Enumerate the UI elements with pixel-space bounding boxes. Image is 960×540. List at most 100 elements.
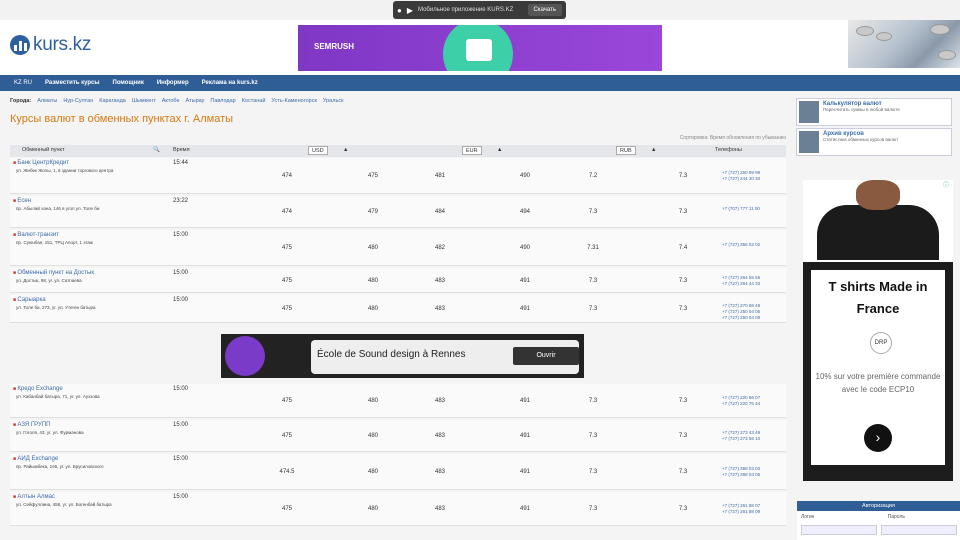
phone-link[interactable]: +7 (727) 264 44 33 (722, 281, 760, 287)
exchange-point-name[interactable]: Кредо Exchange (13, 386, 62, 392)
exchange-point-address: ул. Достык, 98, уг. ул. Сатпаева (16, 278, 82, 283)
cities-label: Города: (10, 98, 32, 104)
phone-link[interactable]: +7 (727) 250 04 09 (722, 315, 760, 321)
top-ad-banner[interactable]: SEMRUSH (298, 25, 662, 71)
sort-hint[interactable]: Сортировка: Время обновления по убыванию (680, 135, 786, 141)
table-row[interactable]: Валют-транзит пр. Суюнбая, 151, ТРЦ Апорт… (10, 230, 786, 266)
tshirt-shape (817, 205, 939, 260)
rate-value: 7.3 (678, 173, 688, 179)
exchange-point-name[interactable]: Алтын Алмас (13, 494, 55, 500)
chevron-right-icon[interactable]: › (864, 424, 892, 452)
phone-link[interactable]: +7 (727) 273 58 10 (722, 436, 760, 442)
rate-value: 7.31 (587, 245, 599, 251)
search-icon[interactable]: 🔍 (153, 147, 160, 153)
currency-select-1[interactable]: USD (308, 146, 328, 155)
ad-open-button[interactable]: Ouvrir (513, 347, 579, 365)
phone-link[interactable]: +7 (707) 777 11 00 (722, 206, 760, 212)
rate-value: 7.3 (678, 398, 688, 404)
exchange-point-address: пр. Суюнбая, 151, ТРЦ Апорт, 1 этаж (16, 240, 93, 245)
phone-link[interactable]: +7 (727) 220 76 44 (722, 401, 760, 407)
rate-value: 494 (519, 209, 530, 215)
sidebar-item-desc: Пересчитать суммы в любой валюте (823, 107, 900, 112)
phone-link[interactable]: +7 (727) 261 88 09 (722, 509, 760, 515)
city-link[interactable]: Уральск (323, 98, 344, 104)
city-link[interactable]: Караганда (99, 98, 126, 104)
sidebar-archive[interactable]: Архив курсов Статистика обменных курсов в… (796, 128, 952, 156)
table-row[interactable]: Алтын Алмас ул. Сейфуллина, 458, уг. ул. … (10, 492, 786, 526)
password-input[interactable] (881, 525, 957, 535)
phone-link[interactable]: +7 (727) 356 02 02 (722, 242, 760, 248)
phone-link[interactable]: +7 (727) 398 03 05 (722, 472, 760, 478)
table-row[interactable]: Сарыарка ул. Толе би, 273, уг. ул. Утеген… (10, 295, 786, 323)
city-link[interactable]: Атырау (186, 98, 205, 104)
nav-assistant[interactable]: Помощник (113, 80, 144, 86)
password-label: Пароль (887, 514, 905, 520)
header-phones: Телефоны (715, 147, 742, 153)
exchange-point-name[interactable]: АИД Exchange (13, 456, 58, 462)
ad-card: T shirts Made in France DRP 10% sur votr… (811, 270, 945, 465)
inline-ad[interactable]: École de Sound design à Rennes Ouvrir (221, 334, 584, 378)
exchange-point-name[interactable]: Есен (13, 198, 31, 204)
sort-arrow-icon[interactable]: ▲ (497, 147, 502, 153)
ad-text: École de Sound design à Rennes (317, 349, 466, 360)
ad-photo (803, 180, 953, 260)
city-link[interactable]: Павлодар (210, 98, 235, 104)
rate-value: 490 (519, 245, 530, 251)
currency-select-2[interactable]: EUR (462, 146, 482, 155)
exchange-point-address: ул. Толе би, 273, уг. ул. Утеген батыра (16, 305, 96, 310)
calculator-thumb (799, 101, 819, 123)
rate-value: 483 (434, 398, 445, 404)
rate-value: 480 (367, 306, 378, 312)
sort-arrow-icon[interactable]: ▲ (343, 147, 348, 153)
table-row[interactable]: АИД Exchange пр. Райымбека, 165, уг. ул. … (10, 454, 786, 490)
rate-value: 482 (434, 245, 445, 251)
main-nav: KZ RU Разместить курсы Помощник Информер… (0, 75, 960, 91)
play-store-icon[interactable]: ▶ (407, 6, 413, 15)
rate-value: 475 (367, 173, 378, 179)
site-logo[interactable]: kurs.kz (10, 34, 91, 56)
ad-title: T shirts Made in France (828, 279, 928, 316)
rate-value: 484 (434, 209, 445, 215)
sort-arrow-icon[interactable]: ▲ (651, 147, 656, 153)
rate-value: 7.3 (588, 433, 598, 439)
adchoices-icon[interactable]: ⓘ (943, 180, 949, 189)
rate-value: 474 (281, 209, 292, 215)
exchange-point-name[interactable]: Сарыарка (13, 297, 45, 303)
main-content: Города: Алматы Нур-Султан Караганда Шымк… (10, 95, 786, 540)
header-time[interactable]: Время (173, 147, 190, 153)
table-row[interactable]: Обменный пункт на Достык ул. Достык, 98, … (10, 268, 786, 293)
exchange-point-name[interactable]: Обменный пункт на Достык (13, 270, 94, 276)
table-row[interactable]: Есен пр. Абылай хана, 146 в угол ул. Толе… (10, 196, 786, 228)
exchange-point-name[interactable]: АЗЯ ГРУПП (13, 422, 50, 428)
city-link[interactable]: Усть-Каменогорск (271, 98, 316, 104)
exchange-point-name[interactable]: Валют-транзит (13, 232, 59, 238)
city-link[interactable]: Нур-Султан (63, 98, 93, 104)
update-time: 15:00 (173, 456, 189, 462)
rate-value: 7.3 (588, 506, 598, 512)
sidebar-calculator[interactable]: Калькулятор валют Пересчитать суммы в люб… (796, 98, 952, 126)
city-link[interactable]: Актобе (162, 98, 180, 104)
apple-icon[interactable]: ● (397, 6, 402, 15)
update-time: 23:22 (173, 198, 189, 204)
currency-select-3[interactable]: RUB (616, 146, 636, 155)
nav-informer[interactable]: Информер (157, 80, 189, 86)
city-link[interactable]: Алматы (37, 98, 57, 104)
app-strip: ● ▶ Мобильное приложение KURS.KZ Скачать (393, 1, 566, 19)
phone-link[interactable]: +7 (727) 244 30 30 (722, 176, 760, 182)
exchange-point-name[interactable]: Банк ЦентрКредит (13, 160, 69, 166)
download-button[interactable]: Скачать (527, 4, 562, 16)
nav-post-rates[interactable]: Разместить курсы (45, 80, 100, 86)
city-link[interactable]: Шымкент (132, 98, 156, 104)
update-time: 15:00 (173, 386, 189, 392)
rate-value: 483 (434, 306, 445, 312)
rate-value: 480 (367, 278, 378, 284)
login-input[interactable] (801, 525, 877, 535)
table-row[interactable]: АЗЯ ГРУПП ул. Гоголя, 43, уг. ул. Фурмано… (10, 420, 786, 452)
nav-advertising[interactable]: Реклама на kurs.kz (202, 80, 258, 86)
language-switch[interactable]: KZ RU (14, 80, 32, 86)
side-ad[interactable]: ⓘ T shirts Made in France DRP 10% sur vo… (803, 180, 953, 481)
city-list: Города: Алматы Нур-Султан Караганда Шымк… (10, 95, 786, 107)
table-row[interactable]: Кредо Exchange ул. Кабанбай батыра, 71, у… (10, 384, 786, 418)
table-row[interactable]: Банк ЦентрКредит ул. Жибек Жолы, 1, в зда… (10, 158, 786, 194)
city-link[interactable]: Костанай (242, 98, 266, 104)
